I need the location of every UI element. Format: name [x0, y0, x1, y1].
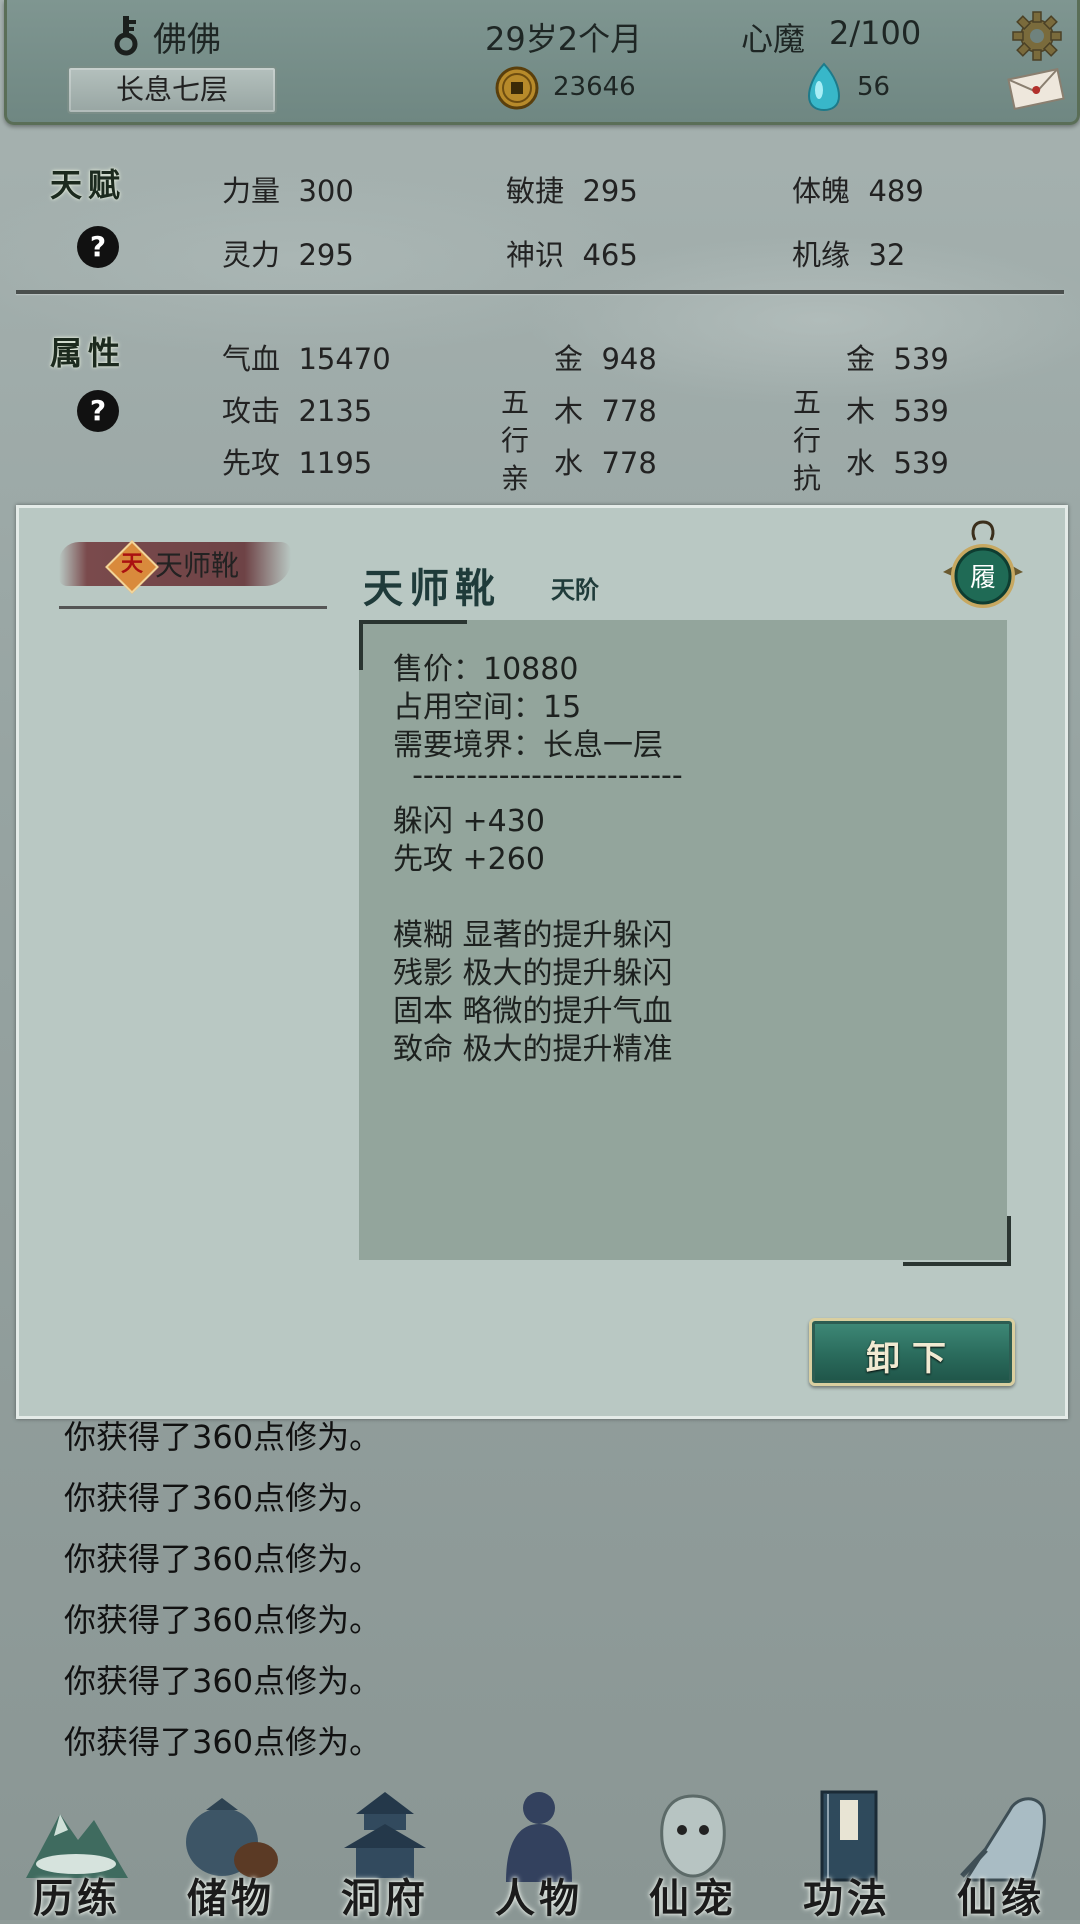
affinity-wood: 木 778	[554, 394, 657, 428]
nav-label: 储物	[187, 1876, 275, 1922]
coin-count: 23646	[553, 72, 636, 102]
status-bar: 佛佛 长息七层 29岁2个月 23646 心魔 2/100 56	[4, 0, 1080, 125]
nav-label: 仙宠	[649, 1876, 737, 1922]
resist-wood: 木 539	[846, 394, 949, 428]
nav-character[interactable]: 人物	[462, 1770, 616, 1922]
gear-icon[interactable]	[1011, 10, 1063, 62]
corner-decoration-bottom-right	[903, 1216, 1011, 1266]
stat-spirit-power: 灵力 295	[222, 238, 354, 272]
nav-label: 洞府	[341, 1876, 429, 1922]
attr-initiative: 先攻 1195	[222, 446, 373, 480]
realm-badge[interactable]: 长息七层	[67, 66, 277, 114]
coin-icon	[495, 66, 539, 110]
key-icon	[114, 16, 138, 56]
attributes-help-button[interactable]: ?	[77, 390, 119, 432]
stat-fortune: 机缘 32	[792, 238, 906, 272]
tab-label: 天师靴	[155, 549, 240, 582]
resist-water: 水 539	[846, 446, 949, 480]
stat-strength: 力量 300	[222, 174, 354, 208]
nav-spirit-pet[interactable]: 仙宠	[616, 1770, 770, 1922]
attr-hp: 气血 15470	[222, 342, 391, 376]
bottom-nav: 历练 储物 洞府 人物 仙宠 功法 仙缘	[0, 1770, 1080, 1922]
desc-affix-lethal: 致命 极大的提升精准	[393, 1032, 673, 1067]
affinity-water: 水 778	[554, 446, 657, 480]
nav-storage[interactable]: 储物	[154, 1770, 308, 1922]
section-divider	[16, 290, 1064, 294]
unequip-button-label: 卸下	[866, 1339, 958, 1379]
desc-initiative: 先攻 +260	[393, 842, 545, 877]
tab-underline	[59, 606, 327, 609]
mail-icon[interactable]	[1005, 66, 1067, 112]
nav-label: 历练	[33, 1876, 121, 1922]
log-line: 你获得了360点修为。	[64, 1418, 382, 1456]
slot-label: 履	[970, 563, 996, 593]
log-line: 你获得了360点修为。	[64, 1479, 382, 1517]
stat-physique: 体魄 489	[792, 174, 924, 208]
nav-cave-dwelling[interactable]: 洞府	[308, 1770, 462, 1922]
desc-separator: -------------------------	[393, 758, 683, 793]
log-line: 你获得了360点修为。	[64, 1540, 382, 1578]
log-line: 你获得了360点修为。	[64, 1662, 382, 1700]
item-name: 天师靴	[363, 566, 501, 612]
gem-count: 56	[857, 72, 891, 102]
grade-badge-text: 天	[120, 552, 143, 577]
nav-techniques[interactable]: 功法	[770, 1770, 924, 1922]
log-line: 你获得了360点修为。	[64, 1723, 382, 1761]
inner-demon-label: 心魔	[741, 20, 806, 58]
item-tab[interactable]: 天 天师靴	[39, 534, 327, 609]
player-name: 佛佛	[153, 20, 221, 60]
item-grade: 天阶	[551, 576, 599, 604]
resist-metal: 金 539	[846, 342, 949, 376]
gem-icon	[807, 62, 841, 112]
stat-agility: 敏捷 295	[506, 174, 638, 208]
nav-label: 功法	[803, 1876, 891, 1922]
boots-slot-icon: 履	[943, 520, 1023, 608]
log-line: 你获得了360点修为。	[64, 1601, 382, 1639]
attributes-title: 属性	[50, 334, 127, 372]
nav-label: 仙缘	[957, 1876, 1045, 1922]
resist-vertical-title: 五行抗	[792, 386, 821, 495]
nav-label: 人物	[495, 1876, 583, 1922]
inner-demon-value: 2/100	[829, 14, 922, 52]
age-text: 29岁2个月	[485, 20, 643, 58]
stat-divine-sense: 神识 465	[506, 238, 638, 272]
unequip-button[interactable]: 卸下	[809, 1318, 1015, 1386]
affinity-metal: 金 948	[554, 342, 657, 376]
nav-training[interactable]: 历练	[0, 1770, 154, 1922]
talent-title: 天赋	[50, 166, 127, 204]
talent-help-button[interactable]: ?	[77, 226, 119, 268]
nav-immortal-fate[interactable]: 仙缘	[924, 1770, 1078, 1922]
item-detail-dialog: 天 天师靴 天师靴 天阶 履 售价：10880 占用空间：15 需要境界：长息一…	[16, 505, 1068, 1419]
attr-attack: 攻击 2135	[222, 394, 373, 428]
affinity-vertical-title: 五行亲	[500, 386, 529, 495]
